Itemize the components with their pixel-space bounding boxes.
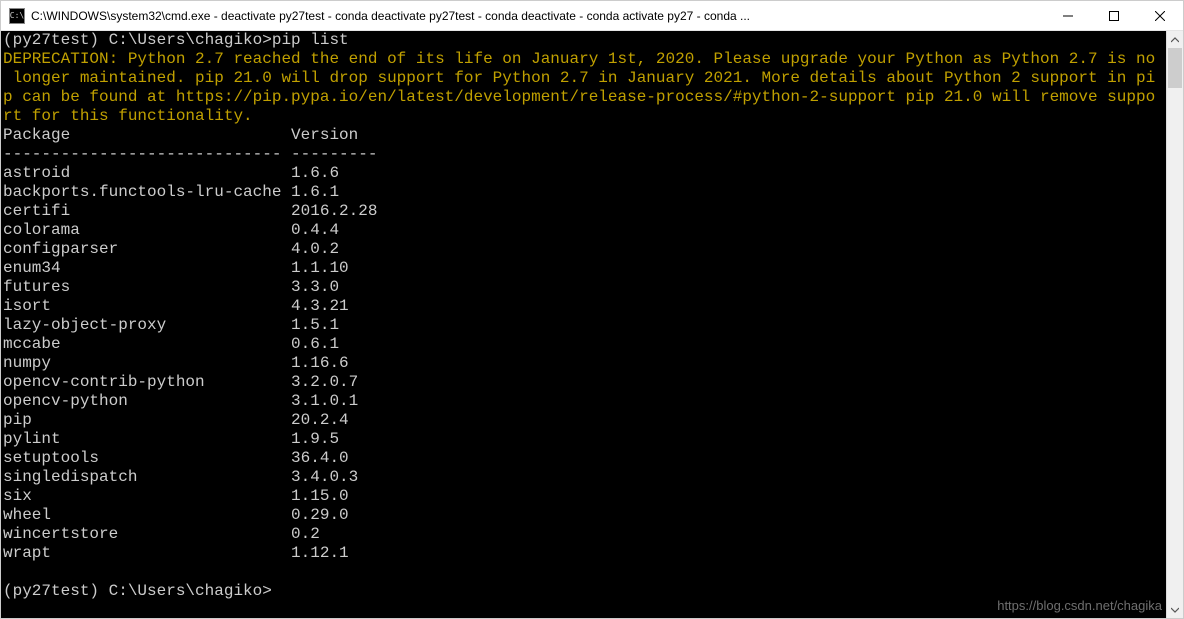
terminal-line: colorama 0.4.4: [3, 221, 1166, 240]
chevron-down-icon: [1171, 606, 1179, 614]
terminal-line: pip 20.2.4: [3, 411, 1166, 430]
terminal-line: six 1.15.0: [3, 487, 1166, 506]
close-icon: [1155, 11, 1165, 21]
terminal-line: setuptools 36.4.0: [3, 449, 1166, 468]
terminal-line: certifi 2016.2.28: [3, 202, 1166, 221]
terminal-line: astroid 1.6.6: [3, 164, 1166, 183]
terminal-line: p can be found at https://pip.pypa.io/en…: [3, 88, 1166, 107]
close-button[interactable]: [1137, 1, 1183, 30]
scroll-thumb[interactable]: [1168, 48, 1182, 88]
terminal-line: opencv-python 3.1.0.1: [3, 392, 1166, 411]
maximize-button[interactable]: [1091, 1, 1137, 30]
terminal-line: opencv-contrib-python 3.2.0.7: [3, 373, 1166, 392]
window-controls: [1045, 1, 1183, 30]
terminal-line: isort 4.3.21: [3, 297, 1166, 316]
minimize-button[interactable]: [1045, 1, 1091, 30]
terminal-line: longer maintained. pip 21.0 will drop su…: [3, 69, 1166, 88]
terminal-line: configparser 4.0.2: [3, 240, 1166, 259]
window-titlebar: C:\ C:\WINDOWS\system32\cmd.exe - deacti…: [1, 1, 1183, 31]
terminal-line: lazy-object-proxy 1.5.1: [3, 316, 1166, 335]
terminal-line: ----------------------------- ---------: [3, 145, 1166, 164]
terminal-line: (py27test) C:\Users\chagiko>: [3, 582, 1166, 601]
cmd-icon: C:\: [9, 8, 25, 24]
chevron-up-icon: [1171, 36, 1179, 44]
terminal-line: DEPRECATION: Python 2.7 reached the end …: [3, 50, 1166, 69]
scroll-down-button[interactable]: [1167, 601, 1183, 618]
terminal-output[interactable]: (py27test) C:\Users\chagiko>pip listDEPR…: [1, 31, 1166, 618]
terminal-line: futures 3.3.0: [3, 278, 1166, 297]
terminal-line: mccabe 0.6.1: [3, 335, 1166, 354]
terminal-line: wrapt 1.12.1: [3, 544, 1166, 563]
minimize-icon: [1063, 11, 1073, 21]
terminal-line: rt for this functionality.: [3, 107, 1166, 126]
terminal-line: Package Version: [3, 126, 1166, 145]
scroll-track[interactable]: [1167, 48, 1183, 601]
terminal-line: singledispatch 3.4.0.3: [3, 468, 1166, 487]
terminal-line: backports.functools-lru-cache 1.6.1: [3, 183, 1166, 202]
terminal-line: pylint 1.9.5: [3, 430, 1166, 449]
terminal-line: numpy 1.16.6: [3, 354, 1166, 373]
maximize-icon: [1109, 11, 1119, 21]
terminal-line: [3, 563, 1166, 582]
terminal-line: wheel 0.29.0: [3, 506, 1166, 525]
scroll-up-button[interactable]: [1167, 31, 1183, 48]
window-title: C:\WINDOWS\system32\cmd.exe - deactivate…: [31, 9, 1045, 23]
terminal-line: enum34 1.1.10: [3, 259, 1166, 278]
vertical-scrollbar[interactable]: [1166, 31, 1183, 618]
terminal-line: (py27test) C:\Users\chagiko>pip list: [3, 31, 1166, 50]
terminal-line: wincertstore 0.2: [3, 525, 1166, 544]
